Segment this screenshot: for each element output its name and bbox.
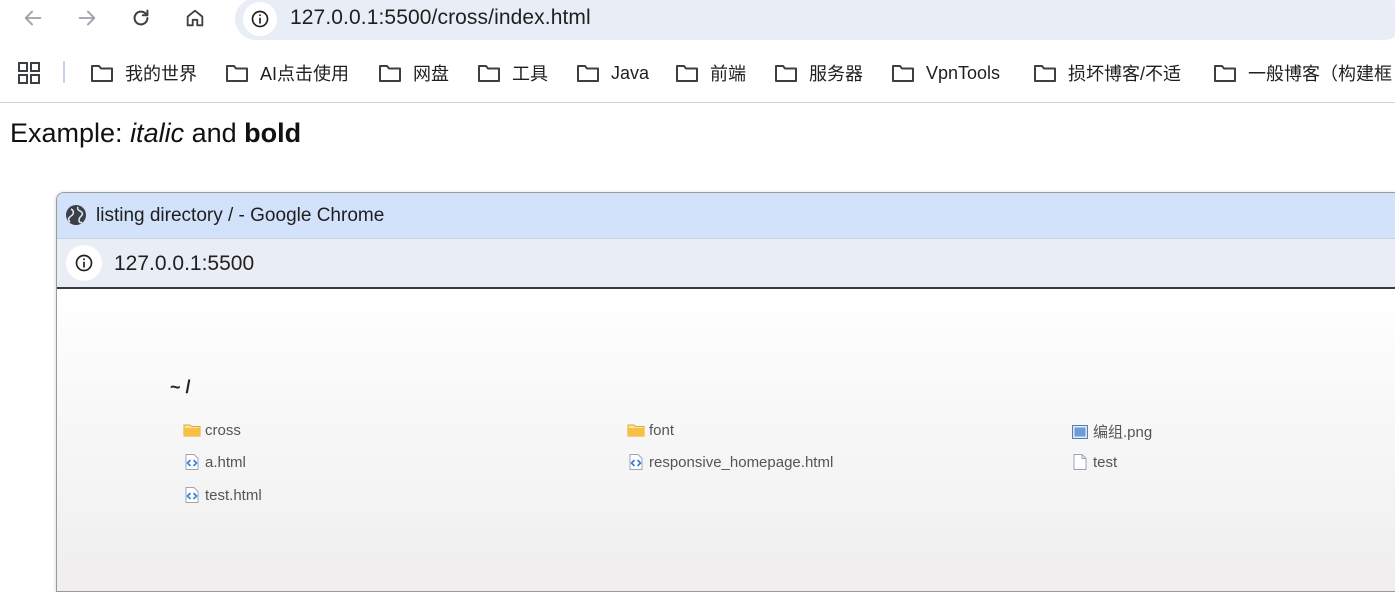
- folder-icon: [91, 65, 113, 82]
- bookmarks-bar: 我的世界 AI点击使用 网盘 工具 Java 前端 服务器 VpnTools 损…: [0, 55, 1395, 91]
- popup-site-info-button[interactable]: [66, 245, 102, 281]
- folder-icon: [1214, 65, 1236, 82]
- bookmark-label: 网盘: [413, 64, 449, 84]
- folder-icon: [1034, 65, 1056, 82]
- bookmark-folder[interactable]: 网盘: [378, 60, 449, 86]
- file-item-folder[interactable]: cross: [183, 421, 241, 439]
- info-icon: [75, 254, 93, 272]
- bookmark-folder[interactable]: Java: [576, 60, 649, 86]
- bookmark-folder[interactable]: 工具: [477, 60, 548, 86]
- directory-listing: ~ / cross font 编组.png a.html responsive_…: [57, 289, 1395, 591]
- html-file-icon: [185, 454, 199, 470]
- bookmark-label: 损坏博客/不适: [1068, 64, 1182, 84]
- image-file-icon: [1072, 424, 1088, 439]
- bookmark-label: AI点击使用: [260, 64, 350, 84]
- bookmark-label: 工具: [512, 64, 548, 84]
- directory-heading: ~ /: [170, 377, 191, 397]
- apps-grid-icon[interactable]: [18, 62, 40, 84]
- example-text: Example: italic and bold: [10, 118, 301, 149]
- globe-icon: [66, 205, 86, 225]
- popup-window: listing directory / - Google Chrome 127.…: [56, 192, 1395, 592]
- bookmark-folder[interactable]: 损坏博客/不适: [1033, 60, 1181, 86]
- file-item-generic[interactable]: test: [1071, 453, 1117, 471]
- file-item-html[interactable]: test.html: [183, 486, 262, 504]
- back-button[interactable]: [18, 3, 48, 33]
- home-button[interactable]: [180, 3, 210, 33]
- folder-icon: [892, 65, 914, 82]
- chrome-divider: [0, 102, 1395, 103]
- popup-url: 127.0.0.1:5500: [114, 252, 255, 275]
- bookmark-label: Java: [611, 62, 650, 83]
- file-icon: [1073, 454, 1087, 470]
- example-bold: bold: [244, 118, 302, 148]
- folder-icon: [183, 424, 201, 437]
- info-icon: [251, 10, 269, 28]
- browser-toolbar: 127.0.0.1:5500/cross/index.html: [0, 0, 1395, 40]
- folder-icon: [676, 65, 698, 82]
- example-and: and: [184, 118, 245, 148]
- bookmark-folder[interactable]: VpnTools: [891, 60, 1000, 86]
- bookmark-label: 前端: [710, 64, 746, 84]
- site-info-button[interactable]: [243, 2, 277, 36]
- arrow-left-icon: [24, 10, 42, 26]
- home-icon: [186, 9, 204, 27]
- reload-button[interactable]: [126, 3, 156, 33]
- bookmark-label: 一般博客（构建框: [1248, 64, 1392, 84]
- bookmark-folder[interactable]: AI点击使用: [225, 60, 349, 86]
- file-item-html[interactable]: a.html: [183, 453, 246, 471]
- bookmark-folder[interactable]: 前端: [675, 60, 746, 86]
- bookmark-folder[interactable]: 一般博客（构建框: [1213, 60, 1392, 86]
- file-name: responsive_homepage.html: [649, 453, 834, 471]
- forward-button[interactable]: [72, 3, 102, 33]
- file-name: 编组.png: [1093, 424, 1153, 441]
- popup-address-bar: 127.0.0.1:5500: [57, 238, 1395, 287]
- file-name: cross: [205, 421, 241, 439]
- file-item-html[interactable]: responsive_homepage.html: [627, 453, 833, 471]
- reload-icon: [133, 9, 149, 26]
- arrow-right-icon: [78, 10, 96, 26]
- file-item-folder[interactable]: font: [627, 421, 674, 439]
- bookmark-label: 我的世界: [125, 64, 197, 84]
- file-name: font: [649, 421, 675, 439]
- file-name: test: [1093, 453, 1118, 471]
- file-item-image[interactable]: 编组.png: [1071, 421, 1152, 442]
- address-url[interactable]: 127.0.0.1:5500/cross/index.html: [290, 6, 591, 30]
- folder-icon: [775, 65, 797, 82]
- example-prefix: Example:: [10, 118, 131, 148]
- bookmark-label: VpnTools: [926, 62, 1001, 83]
- popup-title-bar[interactable]: listing directory / - Google Chrome: [57, 193, 1395, 238]
- bookmark-label: 服务器: [809, 64, 863, 84]
- html-file-icon: [185, 487, 199, 503]
- file-name: test.html: [205, 486, 262, 504]
- file-name: a.html: [205, 453, 246, 471]
- html-file-icon: [629, 454, 643, 470]
- folder-icon: [627, 424, 645, 437]
- folder-icon: [577, 65, 599, 82]
- bookmark-folder[interactable]: 我的世界: [90, 60, 197, 86]
- address-bar[interactable]: 127.0.0.1:5500/cross/index.html: [235, 0, 1395, 40]
- folder-icon: [379, 65, 401, 82]
- popup-title: listing directory / - Google Chrome: [96, 205, 385, 226]
- bookmarks-separator: [63, 61, 65, 83]
- example-italic: italic: [130, 118, 185, 148]
- folder-icon: [226, 65, 248, 82]
- folder-icon: [478, 65, 500, 82]
- bookmark-folder[interactable]: 服务器: [774, 60, 863, 86]
